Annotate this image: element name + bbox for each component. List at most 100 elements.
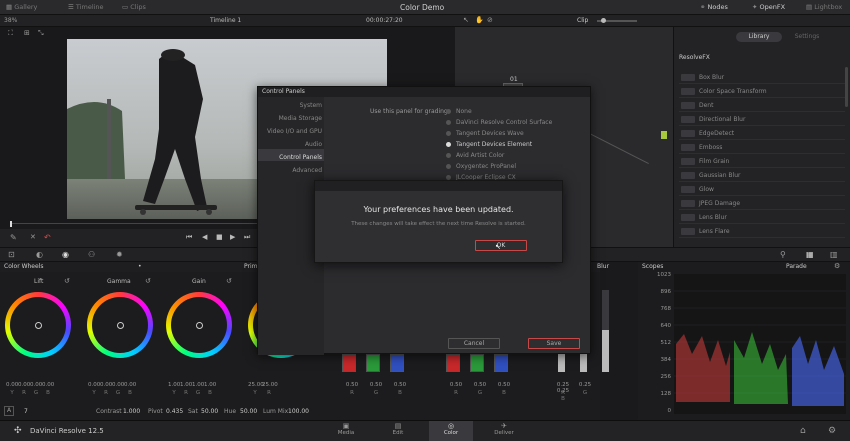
- nodes-button[interactable]: ⚭ Nodes: [700, 0, 728, 15]
- option-none[interactable]: None: [446, 108, 472, 115]
- sat-value[interactable]: 50.00: [201, 408, 218, 415]
- fx-item[interactable]: Lens Blur: [679, 212, 845, 224]
- auto-balance-button[interactable]: A: [4, 406, 14, 416]
- lift-wheel-handle[interactable]: [35, 322, 42, 329]
- sidebar-item-media-storage[interactable]: Media Storage: [258, 115, 322, 122]
- blur-tab[interactable]: Blur: [597, 263, 609, 270]
- mixer-values-1[interactable]: 0.50 0.50 0.50: [340, 382, 412, 388]
- sidebar-item-advanced[interactable]: Advanced: [258, 167, 322, 174]
- save-button[interactable]: Save: [528, 338, 580, 349]
- timeline-selector[interactable]: Timeline 1: [210, 17, 241, 24]
- lummix-value[interactable]: 100.00: [288, 408, 309, 415]
- red-mixer-slider[interactable]: [446, 354, 460, 372]
- fx-item[interactable]: Gaussian Blur: [679, 170, 845, 182]
- tab-library[interactable]: Library: [736, 32, 782, 42]
- option-tangent-element[interactable]: Tangent Devices Element: [446, 141, 532, 148]
- pointer-icon[interactable]: ↖: [463, 16, 469, 24]
- scope-settings-icon[interactable]: ⚙: [834, 262, 840, 270]
- undo-icon[interactable]: ↶: [44, 233, 51, 242]
- hue-value[interactable]: 50.00: [240, 408, 257, 415]
- gain-values[interactable]: 1.001.001.001.00: [168, 382, 216, 388]
- sidebar-item-video-io[interactable]: Video I/O and GPU: [258, 128, 322, 135]
- info-icon[interactable]: ⚲: [780, 250, 786, 259]
- option-tangent-wave[interactable]: Tangent Devices Wave: [446, 130, 524, 137]
- page-media[interactable]: ▣ Media: [325, 421, 367, 441]
- fx-item[interactable]: Directional Blur: [679, 114, 845, 126]
- page-color[interactable]: ◎ Color: [429, 421, 473, 441]
- lightbox-button[interactable]: ▤ Lightbox: [806, 0, 842, 15]
- blue-mixer-slider[interactable]: [494, 354, 508, 372]
- go-to-start-icon[interactable]: ⏮: [186, 233, 192, 242]
- page-edit[interactable]: ▤ Edit: [377, 421, 419, 441]
- contrast-value[interactable]: 1.000: [123, 408, 140, 415]
- clip-mode-selector[interactable]: Clip: [577, 17, 588, 24]
- hand-icon[interactable]: ✋: [475, 16, 484, 24]
- sidebar-item-control-panels[interactable]: Control Panels: [258, 154, 322, 161]
- green-output-slider[interactable]: [366, 354, 380, 372]
- sidebar-item-system[interactable]: System: [258, 102, 322, 109]
- histogram-icon[interactable]: ▥: [830, 250, 838, 259]
- scopes-icon[interactable]: ▦: [806, 250, 814, 259]
- option-davinci-surface[interactable]: DaVinci Resolve Control Surface: [446, 119, 552, 126]
- bypass-icon[interactable]: ⊘: [487, 16, 493, 24]
- timeline-button[interactable]: ☰ Timeline: [68, 0, 104, 15]
- node-output[interactable]: [661, 131, 667, 139]
- viewer-options-icon[interactable]: ⛶: [8, 29, 13, 38]
- reset-icon[interactable]: ↺: [145, 277, 151, 285]
- gamma-wheel-handle[interactable]: [117, 322, 124, 329]
- motion-effects-icon[interactable]: ✹: [116, 250, 123, 259]
- reset-icon[interactable]: ↺: [64, 277, 70, 285]
- offset-values[interactable]: 25.0025.00: [248, 382, 278, 388]
- stop-icon[interactable]: ■: [216, 233, 223, 241]
- fullscreen-icon[interactable]: ⤡: [38, 29, 44, 38]
- fx-item[interactable]: Color Space Transform: [679, 86, 845, 98]
- gain-wheel-handle[interactable]: [196, 322, 203, 329]
- color-match-icon[interactable]: ◐: [36, 250, 43, 259]
- sidebar-item-audio[interactable]: Audio: [258, 141, 322, 148]
- wipe-icon[interactable]: ⊞: [24, 29, 30, 37]
- node-zoom-handle[interactable]: [601, 18, 606, 23]
- option-avid-artist[interactable]: Avid Artist Color: [446, 152, 504, 159]
- page-index[interactable]: 7: [24, 408, 28, 415]
- pivot-value[interactable]: 0.435: [166, 408, 183, 415]
- zoom-level[interactable]: 38%: [4, 17, 17, 24]
- fx-scrollbar[interactable]: [845, 67, 848, 107]
- gallery-button[interactable]: ▦ Gallery: [6, 0, 37, 15]
- play-icon[interactable]: ▶: [230, 233, 235, 241]
- openfx-button[interactable]: ✦ OpenFX: [752, 0, 785, 15]
- fx-item[interactable]: Film Grain: [679, 156, 845, 168]
- fx-item[interactable]: Box Blur: [679, 72, 845, 84]
- blue-output-slider[interactable]: [390, 354, 404, 372]
- fx-item[interactable]: JPEG Damage: [679, 198, 845, 210]
- scope-mode-selector[interactable]: Parade: [786, 263, 807, 270]
- pen-icon[interactable]: ✎: [10, 233, 17, 242]
- fx-item[interactable]: EdgeDetect: [679, 128, 845, 140]
- mixer-values-2[interactable]: 0.50 0.50 0.50: [444, 382, 516, 388]
- settings-gear-icon[interactable]: ⚙: [828, 426, 836, 436]
- clips-button[interactable]: ▭ Clips: [122, 0, 146, 15]
- go-to-end-icon[interactable]: ⏭: [244, 233, 250, 242]
- red-output-slider[interactable]: [342, 354, 356, 372]
- rgb-mixer-icon[interactable]: ⚇: [88, 250, 95, 259]
- playhead[interactable]: [10, 221, 12, 227]
- cross-icon[interactable]: ✕: [30, 233, 36, 241]
- cancel-button[interactable]: Cancel: [448, 338, 500, 349]
- node-zoom-slider[interactable]: [597, 18, 637, 23]
- reset-icon[interactable]: ↺: [226, 277, 232, 285]
- fx-item[interactable]: Emboss: [679, 142, 845, 154]
- option-oxygentec[interactable]: Oxygentec ProPanel: [446, 163, 516, 170]
- tab-settings[interactable]: Settings: [784, 32, 830, 42]
- reverse-icon[interactable]: ◀: [202, 233, 207, 241]
- gamma-values[interactable]: 0.000.000.000.00: [88, 382, 136, 388]
- mode-dot-icon[interactable]: •: [138, 263, 142, 270]
- color-wheels-icon[interactable]: ◉: [62, 250, 69, 259]
- fx-item[interactable]: Lens Flare: [679, 226, 845, 238]
- green-mixer-slider[interactable]: [470, 354, 484, 372]
- page-deliver[interactable]: ✈ Deliver: [483, 421, 525, 441]
- fx-item[interactable]: Glow: [679, 184, 845, 196]
- blur-slider-b[interactable]: [602, 290, 609, 372]
- lift-values[interactable]: 0.000.000.000.00: [6, 382, 54, 388]
- fx-item[interactable]: Dent: [679, 100, 845, 112]
- camera-raw-icon[interactable]: ⊡: [8, 250, 15, 259]
- home-icon[interactable]: ⌂: [800, 426, 806, 436]
